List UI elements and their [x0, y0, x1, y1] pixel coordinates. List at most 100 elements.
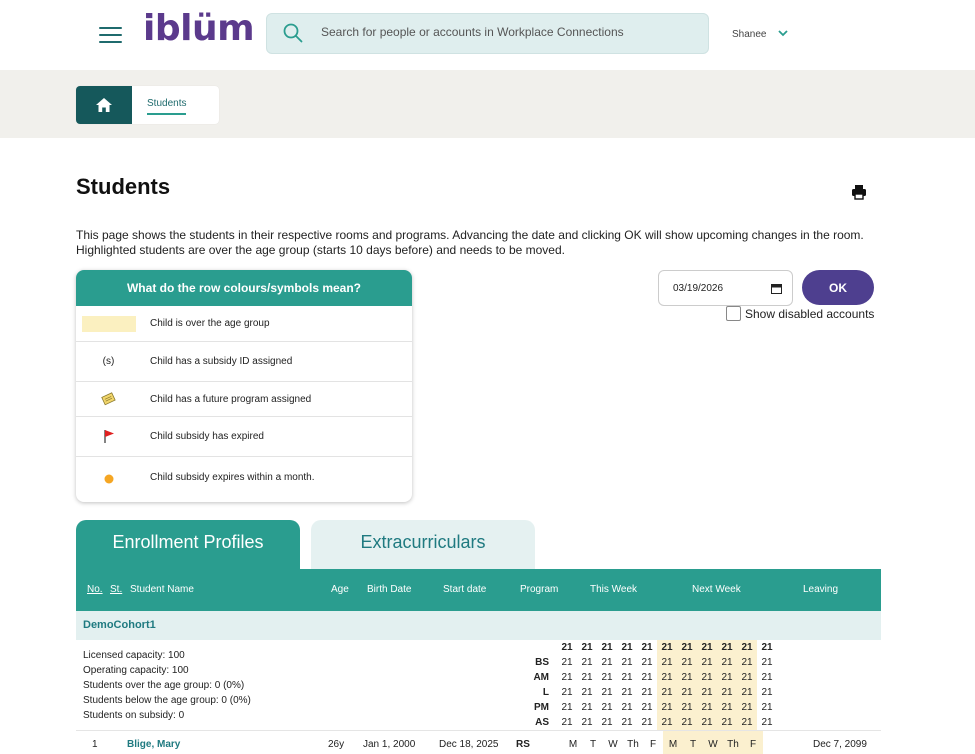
- tab-enrollment-profiles[interactable]: Enrollment Profiles: [76, 520, 300, 569]
- capacity-cell: 21: [761, 702, 773, 713]
- print-icon[interactable]: [851, 184, 867, 200]
- capacity-header-cell: 21: [641, 642, 653, 653]
- header-start-date: Start date: [443, 584, 487, 595]
- table-row: 1 Blige, Mary 26y Jan 1, 2000 Dec 18, 20…: [76, 731, 881, 754]
- show-disabled-checkbox[interactable]: [726, 306, 741, 321]
- capacity-cell: 21: [721, 657, 733, 668]
- capacity-cell: 21: [761, 717, 773, 728]
- capacity-cell: 21: [681, 717, 693, 728]
- capacity-cell: 21: [641, 717, 653, 728]
- date-input[interactable]: 03/19/2026: [658, 270, 793, 306]
- capacity-cell: 21: [581, 672, 593, 683]
- capacity-header-cell: 21: [741, 642, 753, 653]
- capacity-column: 21 21 21 21 21 21: [737, 640, 757, 730]
- capacity-cell: 21: [581, 687, 593, 698]
- show-disabled-label: Show disabled accounts: [745, 306, 875, 321]
- capacity-cell: 21: [561, 717, 573, 728]
- program-code: PM: [534, 702, 549, 713]
- capacity-cell: 21: [661, 702, 673, 713]
- capacity-cell: 21: [741, 672, 753, 683]
- home-button[interactable]: [76, 86, 132, 124]
- breadcrumb: Students: [76, 86, 219, 124]
- search-box[interactable]: [266, 13, 709, 54]
- cohort-name[interactable]: DemoCohort1: [83, 619, 156, 631]
- schedule-day-cell: M: [568, 739, 578, 750]
- capacity-cell: 21: [581, 657, 593, 668]
- red-flag-icon: [104, 430, 114, 443]
- capacity-cell: 21: [641, 672, 653, 683]
- over-age-swatch: [82, 316, 136, 332]
- page-title: Students: [76, 174, 171, 199]
- capacity-column: 21 21 21 21 21 21: [717, 640, 737, 730]
- program-code: AM: [533, 672, 549, 683]
- show-disabled-toggle[interactable]: Show disabled accounts: [726, 306, 874, 321]
- legend-row-over-age: Child is over the age group: [76, 306, 412, 342]
- capacity-cell: 21: [681, 687, 693, 698]
- capacity-cell: 21: [701, 717, 713, 728]
- schedule-day-cell: M: [663, 731, 683, 754]
- capacity-cell: 21: [741, 702, 753, 713]
- header-no[interactable]: No.: [87, 584, 103, 595]
- capacity-cell: 21: [661, 672, 673, 683]
- header-this-week: This Week: [590, 584, 638, 595]
- capacity-cell: 21: [561, 702, 573, 713]
- capacity-cell: 21: [761, 687, 773, 698]
- app-logo[interactable]: iblüm: [143, 8, 255, 49]
- search-icon: [283, 23, 303, 43]
- capacity-cell: 21: [681, 657, 693, 668]
- subsidy-symbol: (s): [102, 356, 115, 367]
- schedule-day-cell: W: [608, 739, 618, 750]
- stat-subsidy: Students on subsidy: 0: [83, 710, 185, 721]
- capacity-cell: 21: [601, 657, 613, 668]
- capacity-cell: 21: [681, 702, 693, 713]
- capacity-column: 21 21 21 21 21 21: [577, 640, 597, 730]
- hamburger-menu-icon[interactable]: [99, 27, 122, 45]
- student-program: RS: [516, 739, 530, 750]
- header-student-name: Student Name: [130, 584, 194, 595]
- capacity-cell: 21: [761, 672, 773, 683]
- ok-button[interactable]: OK: [802, 270, 874, 305]
- header-next-week: Next Week: [692, 584, 741, 595]
- capacity-cell: 21: [661, 717, 673, 728]
- program-code: AS: [535, 717, 549, 728]
- header-program: Program: [520, 584, 559, 595]
- cohort-stats: Licensed capacity: 100 Operating capacit…: [83, 648, 251, 723]
- student-name-link[interactable]: Blige, Mary: [127, 739, 180, 750]
- capacity-cell: 21: [721, 672, 733, 683]
- student-age: 26y: [328, 739, 345, 750]
- capacity-column: 21 21 21 21 21 21: [677, 640, 697, 730]
- capacity-cell: 21: [741, 687, 753, 698]
- capacity-column: 21 21 21 21 21 21: [597, 640, 617, 730]
- capacity-cell: 21: [721, 702, 733, 713]
- capacity-column: 21 21 21 21 21 21: [757, 640, 777, 730]
- user-menu[interactable]: Shanee: [732, 29, 789, 40]
- stat-operating-capacity: Operating capacity: 100: [83, 665, 189, 676]
- capacity-column: 21 21 21 21 21 21: [557, 640, 577, 730]
- capacity-cell: 21: [701, 702, 713, 713]
- stat-over-age: Students over the age group: 0 (0%): [83, 680, 245, 691]
- header-status[interactable]: St.: [110, 584, 122, 595]
- breadcrumb-students[interactable]: Students: [147, 98, 186, 109]
- legend-row-subsidy-expiring: Child subsidy expires within a month.: [76, 457, 412, 501]
- cohort-row: DemoCohort1: [76, 611, 881, 640]
- top-header: iblüm Shanee: [0, 0, 975, 70]
- legend-row-subsidy-id: (s) Child has a subsidy ID assigned: [76, 342, 412, 382]
- capacity-cell: 21: [641, 687, 653, 698]
- orange-dot-icon: [104, 474, 114, 484]
- capacity-cell: 21: [661, 657, 673, 668]
- capacity-cell: 21: [581, 717, 593, 728]
- chevron-down-icon: [778, 30, 789, 37]
- schedule-day-cell: W: [703, 731, 723, 754]
- user-name: Shanee: [732, 29, 767, 40]
- capacity-cell: 21: [621, 702, 633, 713]
- capacity-header-cell: 21: [701, 642, 713, 653]
- capacity-column: 21 21 21 21 21 21: [637, 640, 657, 730]
- capacity-cell: 21: [621, 672, 633, 683]
- calendar-icon[interactable]: [771, 283, 782, 294]
- capacity-header-cell: 21: [721, 642, 733, 653]
- capacity-cell: 21: [561, 687, 573, 698]
- capacity-cell: 21: [761, 657, 773, 668]
- capacity-column: 21 21 21 21 21 21: [617, 640, 637, 730]
- search-input[interactable]: [321, 25, 691, 39]
- tab-extracurriculars[interactable]: Extracurriculars: [311, 520, 535, 569]
